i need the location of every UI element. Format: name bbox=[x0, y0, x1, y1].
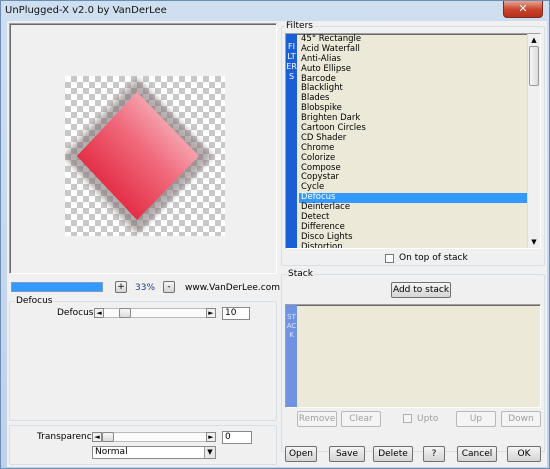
defocus-slider[interactable] bbox=[104, 308, 206, 318]
progress-bar bbox=[11, 282, 103, 292]
filter-list-item[interactable]: Copystar bbox=[299, 173, 527, 183]
defocus-slider-thumb[interactable] bbox=[119, 308, 131, 318]
ok-button[interactable]: OK bbox=[507, 446, 541, 462]
chevron-down-icon: ▼ bbox=[204, 447, 215, 458]
filters-items: 45° Rectangle Acid Waterfall Anti-Alias Aut… bbox=[299, 34, 527, 248]
filters-side-bar: FILTERS bbox=[286, 34, 297, 248]
close-icon: ✕ bbox=[518, 2, 528, 15]
add-to-stack-button[interactable]: Add to stack bbox=[391, 282, 451, 298]
defocus-value-field[interactable]: 10 bbox=[222, 307, 250, 320]
window-title: UnPlugged-X v2.0 by VanDerLee bbox=[5, 5, 167, 16]
upto-label: Upto bbox=[417, 414, 439, 424]
stack-group-title: Stack bbox=[287, 269, 314, 279]
stack-side-label: STACK bbox=[286, 313, 297, 339]
progress-fill bbox=[12, 283, 102, 291]
filters-scroll-thumb[interactable] bbox=[529, 46, 539, 86]
scroll-up-icon[interactable]: ▲ bbox=[528, 34, 540, 46]
preview-canvas bbox=[65, 76, 225, 236]
filters-list[interactable]: FILTERS 45° Rectangle Acid Waterfall Anti-… bbox=[285, 33, 541, 249]
defocus-slider-right-button[interactable]: ► bbox=[206, 308, 216, 318]
transparency-label: Transparency bbox=[37, 432, 98, 442]
on-top-checkbox[interactable] bbox=[385, 254, 394, 263]
zoom-level: 33% bbox=[135, 283, 156, 293]
on-top-label: On top of stack bbox=[399, 253, 468, 263]
delete-button[interactable]: Delete bbox=[373, 446, 413, 462]
dialog-client: + 33% - www.VanDerLee.com Defocus Defocu… bbox=[7, 21, 547, 467]
defocus-group-title: Defocus bbox=[15, 296, 54, 306]
up-button[interactable]: Up bbox=[456, 411, 496, 427]
preview-panel[interactable] bbox=[9, 23, 277, 274]
transparency-value-field[interactable]: 0 bbox=[222, 431, 252, 444]
transparency-slider-thumb[interactable] bbox=[102, 432, 114, 442]
down-button[interactable]: Down bbox=[501, 411, 541, 427]
blend-mode-value: Normal bbox=[95, 447, 128, 457]
defocus-slider-left-button[interactable]: ◄ bbox=[94, 308, 104, 318]
preview-image bbox=[65, 78, 213, 234]
window-frame: UnPlugged-X v2.0 by VanDerLee ✕ + 33% - … bbox=[0, 0, 550, 469]
save-button[interactable]: Save bbox=[329, 446, 365, 462]
transparency-slider[interactable] bbox=[102, 432, 206, 442]
help-button[interactable]: ? bbox=[423, 446, 445, 462]
zoom-in-button[interactable]: + bbox=[115, 281, 127, 293]
blend-mode-select[interactable]: Normal ▼ bbox=[92, 446, 216, 459]
remove-button[interactable]: Remove bbox=[297, 411, 337, 427]
stack-side-bar: STACK bbox=[286, 305, 297, 407]
filters-group-title: Filters bbox=[285, 21, 314, 31]
open-button[interactable]: Open bbox=[285, 446, 317, 462]
filters-scrollbar[interactable]: ▲ ▼ bbox=[527, 34, 540, 248]
scroll-down-icon[interactable]: ▼ bbox=[528, 236, 540, 248]
zoom-out-button[interactable]: - bbox=[163, 281, 175, 293]
upto-checkbox[interactable] bbox=[403, 414, 412, 423]
filters-side-label: FILTERS bbox=[286, 42, 297, 81]
filter-list-item[interactable]: Distortion bbox=[299, 242, 527, 248]
close-button[interactable]: ✕ bbox=[503, 1, 543, 18]
defocus-param-label: Defocus bbox=[57, 308, 94, 318]
website-link[interactable]: www.VanDerLee.com bbox=[185, 283, 280, 293]
cancel-button[interactable]: Cancel bbox=[457, 446, 497, 462]
filter-list-item[interactable]: Blacklight bbox=[299, 84, 527, 94]
transparency-slider-right-button[interactable]: ► bbox=[206, 432, 216, 442]
stack-list[interactable]: STACK bbox=[285, 304, 541, 408]
clear-button[interactable]: Clear bbox=[341, 411, 381, 427]
transparency-slider-left-button[interactable]: ◄ bbox=[92, 432, 102, 442]
filter-list-item[interactable]: Deinterlace bbox=[299, 202, 527, 213]
